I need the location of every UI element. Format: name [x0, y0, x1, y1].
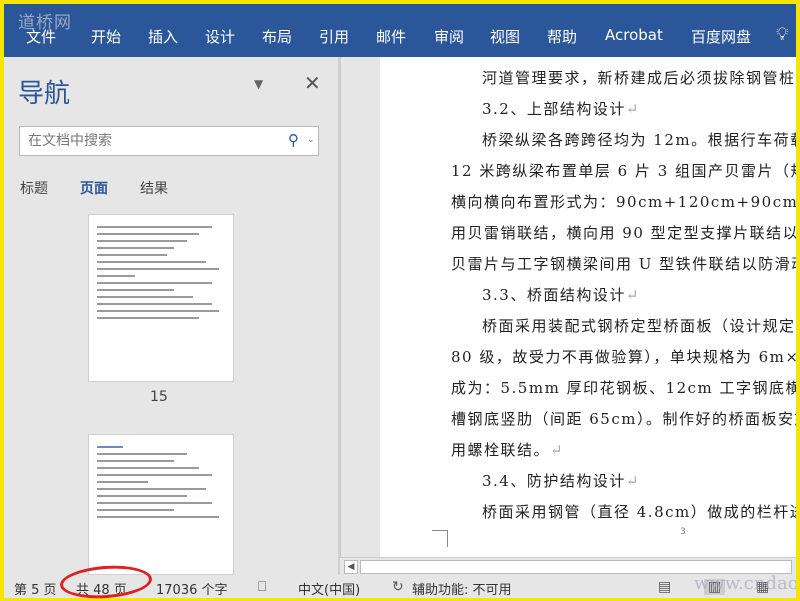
navigation-pane: 导航 ▼ ✕ ⚲ ⌄ 标题 页面 结果 15	[4, 57, 338, 575]
doc-line: 横向横向布置形式为：90cm+120cm+90cm+120cm+9	[451, 193, 796, 211]
word-window: 道桥网 文件 开始 插入 设计 布局 引用 邮件 审阅 视图 帮助 Acroba…	[4, 4, 796, 598]
tab-acrobat[interactable]: Acrobat	[605, 26, 663, 44]
tab-design[interactable]: 设计	[205, 26, 235, 47]
thumbnail-page-label: 15	[150, 389, 168, 405]
doc-line: 12 米跨纵梁布置单层 6 片 3 组国产贝雷片（规格为	[451, 162, 796, 180]
line-text: 用螺栓联结。	[451, 441, 551, 459]
tab-insert[interactable]: 插入	[148, 26, 178, 47]
tab-references[interactable]: 引用	[319, 26, 349, 47]
lightbulb-icon[interactable]: 💡︎	[776, 24, 789, 45]
doc-line: 桥面采用钢管（直径 4.8cm）做成的栏杆进行	[482, 503, 796, 521]
nav-options-dropdown-icon[interactable]: ▼	[254, 77, 263, 91]
tab-help[interactable]: 帮助	[547, 26, 577, 47]
chevron-down-icon[interactable]: ⌄	[307, 135, 315, 145]
accessibility-status[interactable]: 辅助功能: 不可用	[412, 579, 512, 598]
tab-view[interactable]: 视图	[490, 26, 520, 47]
word-count[interactable]: 17036 个字	[156, 579, 228, 598]
scroll-left-icon[interactable]: ◀	[344, 560, 358, 574]
nav-tab-pages[interactable]: 页面	[80, 178, 108, 198]
heading-text: 3.3、桥面结构设计	[482, 286, 626, 304]
page-number: 3	[680, 527, 686, 537]
doc-heading: 3.2、上部结构设计↵	[482, 100, 640, 118]
tab-baidu-netdisk[interactable]: 百度网盘	[691, 26, 751, 47]
document-page[interactable]: 河道管理要求，新桥建成后必须拔除钢管桩。 3.2、上部结构设计↵ 桥梁纵梁各跨跨…	[380, 57, 796, 557]
search-input[interactable]	[20, 127, 270, 155]
doc-line: 用贝雷销联结，横向用 90 型定型支撑片联结以保	[451, 224, 796, 242]
search-icon[interactable]: ⚲	[288, 131, 299, 149]
search-box[interactable]: ⚲ ⌄	[19, 126, 319, 156]
doc-line: 80 级，故受力不再做验算），单块规格为 6m×1.26	[451, 348, 796, 366]
heading-text: 3.4、防护结构设计	[482, 472, 626, 490]
doc-line: 贝雷片与工字钢横梁间用 U 型铁件联结以防滑动。	[451, 255, 796, 273]
scrollbar-thumb[interactable]	[360, 560, 792, 574]
vertical-ruler	[340, 57, 378, 557]
heading-text: 3.2、上部结构设计	[482, 100, 626, 118]
close-icon[interactable]: ✕	[304, 71, 321, 95]
read-mode-icon[interactable]: ▤	[658, 579, 671, 595]
doc-line: 桥梁纵梁各跨跨径均为 12m。根据行车荷载及	[482, 131, 796, 149]
watermark-url: www.cndao.com	[694, 573, 796, 594]
language[interactable]: 中文(中国)	[298, 579, 360, 598]
page-thumbnail[interactable]	[88, 214, 234, 382]
page-thumbnail[interactable]	[88, 434, 234, 575]
tab-review[interactable]: 审阅	[434, 26, 464, 47]
doc-line: 河道管理要求，新桥建成后必须拔除钢管桩。	[482, 69, 796, 87]
doc-line: 用螺栓联结。↵	[451, 441, 565, 459]
page-corner-mark	[432, 530, 448, 547]
doc-heading: 3.4、防护结构设计↵	[482, 472, 640, 490]
proofing-icon[interactable]: ⎕	[258, 579, 266, 595]
doc-line: 成为：5.5mm 厚印花钢板、12cm 工字钢底横肋（间	[451, 379, 796, 397]
tab-layout[interactable]: 布局	[262, 26, 292, 47]
doc-line: 槽钢底竖肋（间距 65cm）。制作好的桥面板安放在	[451, 410, 796, 428]
accessibility-icon[interactable]: ↻	[392, 579, 404, 595]
ribbon-tabs: 道桥网 文件 开始 插入 设计 布局 引用 邮件 审阅 视图 帮助 Acroba…	[4, 4, 796, 57]
doc-heading: 3.3、桥面结构设计↵	[482, 286, 640, 304]
nav-tab-results[interactable]: 结果	[140, 178, 168, 198]
nav-tab-headings[interactable]: 标题	[20, 178, 48, 198]
doc-line: 桥面采用装配式钢桥定型桥面板（设计规定最	[482, 317, 796, 335]
tab-home[interactable]: 开始	[91, 26, 121, 47]
tab-file[interactable]: 文件	[26, 26, 56, 47]
nav-title: 导航	[18, 79, 71, 109]
page-indicator[interactable]: 第 5 页	[14, 579, 57, 598]
tab-mailings[interactable]: 邮件	[376, 26, 406, 47]
